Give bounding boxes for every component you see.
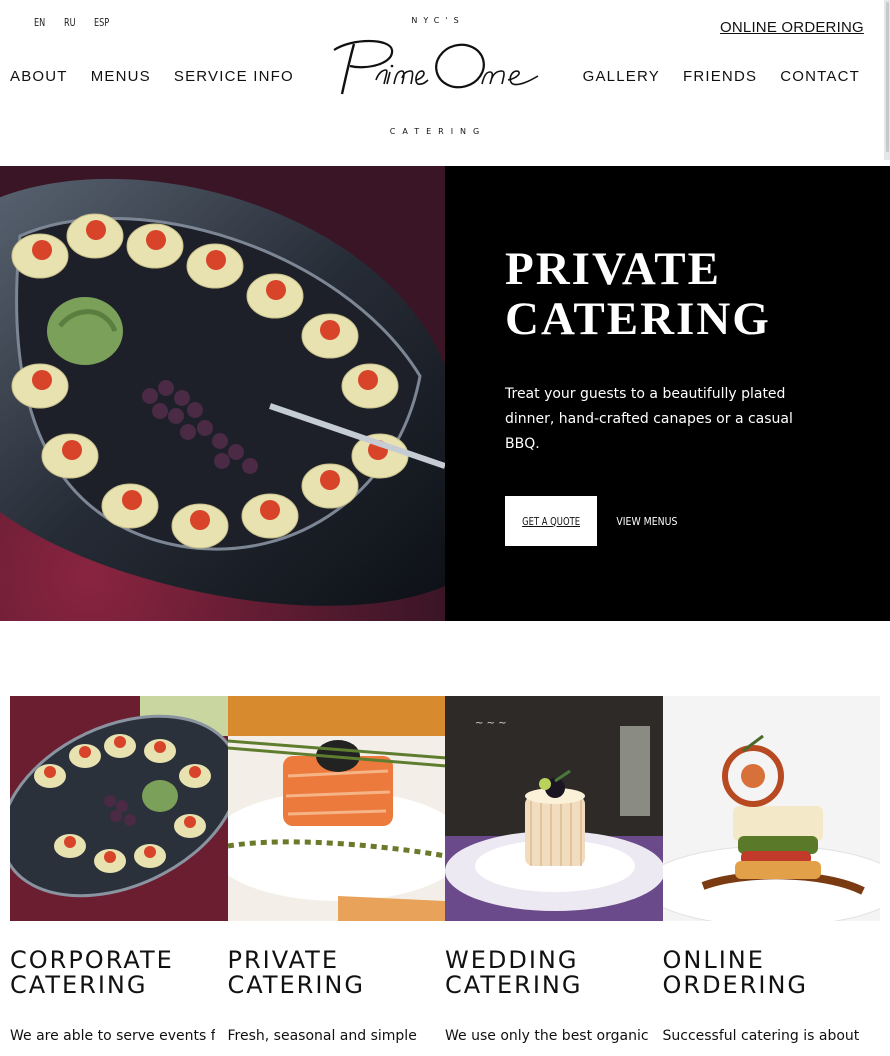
card-wedding-catering[interactable]: ~ ~ ~ WEDDING CATERING We use only the b… — [445, 696, 663, 1044]
hero-title-line-2: CATERING — [505, 293, 771, 345]
view-menus-label: VIEW MENUS — [616, 514, 678, 528]
card-title-line-2: ORDERING — [662, 971, 809, 999]
hero-buttons: GET A QUOTE VIEW MENUS — [505, 496, 683, 546]
nav-left: ABOUT MENUS SERVICE INFO — [10, 68, 294, 85]
card-title: ONLINE ORDERING — [663, 948, 881, 998]
get-a-quote-button[interactable]: GET A QUOTE — [505, 496, 597, 546]
card-text: Successful catering is about — [662, 1028, 860, 1044]
lang-ru-link[interactable]: RU — [64, 16, 76, 29]
card-corporate-catering[interactable]: CORPORATE CATERING We are able to serve … — [10, 696, 228, 1044]
lang-esp-link[interactable]: ESP — [94, 16, 109, 29]
svg-text:~ ~ ~: ~ ~ ~ — [475, 718, 507, 729]
card-title-line-2: CATERING — [10, 971, 148, 999]
site-logo[interactable]: NYC'S CATERING — [330, 14, 546, 144]
view-menus-link[interactable]: VIEW MENUS — [611, 515, 683, 528]
logo-top-text: NYC'S — [411, 16, 465, 25]
nav-contact[interactable]: CONTACT — [780, 68, 860, 85]
online-ordering-image — [662, 696, 880, 921]
nav-gallery[interactable]: GALLERY — [583, 68, 660, 85]
scrollbar-thumb[interactable] — [886, 2, 889, 152]
hero-section: PRIVATE CATERING Treat your guests to a … — [0, 166, 890, 621]
hero-food-image — [0, 166, 445, 621]
card-title-line-1: WEDDING — [445, 946, 579, 974]
nav-about[interactable]: ABOUT — [10, 68, 68, 85]
page-scrollbar[interactable] — [884, 0, 890, 160]
card-title: CORPORATE CATERING — [10, 948, 228, 998]
lang-en-link[interactable]: EN — [34, 16, 45, 29]
logo-script — [333, 40, 539, 95]
nav-service-info[interactable]: SERVICE INFO — [174, 68, 294, 85]
private-catering-image — [227, 696, 445, 921]
card-text: We are able to serve events from — [10, 1028, 215, 1044]
corporate-catering-image — [10, 696, 228, 921]
hero-description: Treat your guests to a beautifully plate… — [505, 386, 793, 452]
card-title-line-1: ONLINE — [662, 946, 765, 974]
card-title-line-1: CORPORATE — [10, 946, 174, 974]
wedding-catering-image: ~ ~ ~ — [445, 696, 663, 921]
hero-title-line-1: PRIVATE — [505, 243, 721, 295]
nav-friends[interactable]: FRIENDS — [683, 68, 757, 85]
card-title: WEDDING CATERING — [445, 948, 663, 998]
get-a-quote-label: GET A QUOTE — [522, 514, 580, 528]
hero-text: PRIVATE CATERING Treat your guests to a … — [505, 244, 825, 457]
service-cards: CORPORATE CATERING We are able to serve … — [10, 696, 880, 1044]
nav-menus[interactable]: MENUS — [91, 68, 151, 85]
logo-bottom-text: CATERING — [389, 127, 487, 136]
card-private-catering[interactable]: PRIVATE CATERING Fresh, seasonal and sim… — [227, 696, 446, 1044]
card-title-line-2: CATERING — [227, 971, 365, 999]
hero-title: PRIVATE CATERING — [505, 244, 825, 344]
language-switcher: EN RU ESP — [34, 16, 112, 29]
card-title-line-2: CATERING — [445, 971, 583, 999]
card-text: We use only the best organic — [445, 1028, 649, 1044]
nav-right: GALLERY FRIENDS CONTACT — [583, 68, 860, 85]
online-ordering-link[interactable]: ONLINE ORDERING — [720, 19, 864, 36]
card-text: Fresh, seasonal and simple — [227, 1028, 417, 1044]
card-title: PRIVATE CATERING — [228, 948, 446, 998]
card-online-ordering[interactable]: ONLINE ORDERING Successful catering is a… — [662, 696, 881, 1044]
card-title-line-1: PRIVATE — [227, 946, 339, 974]
